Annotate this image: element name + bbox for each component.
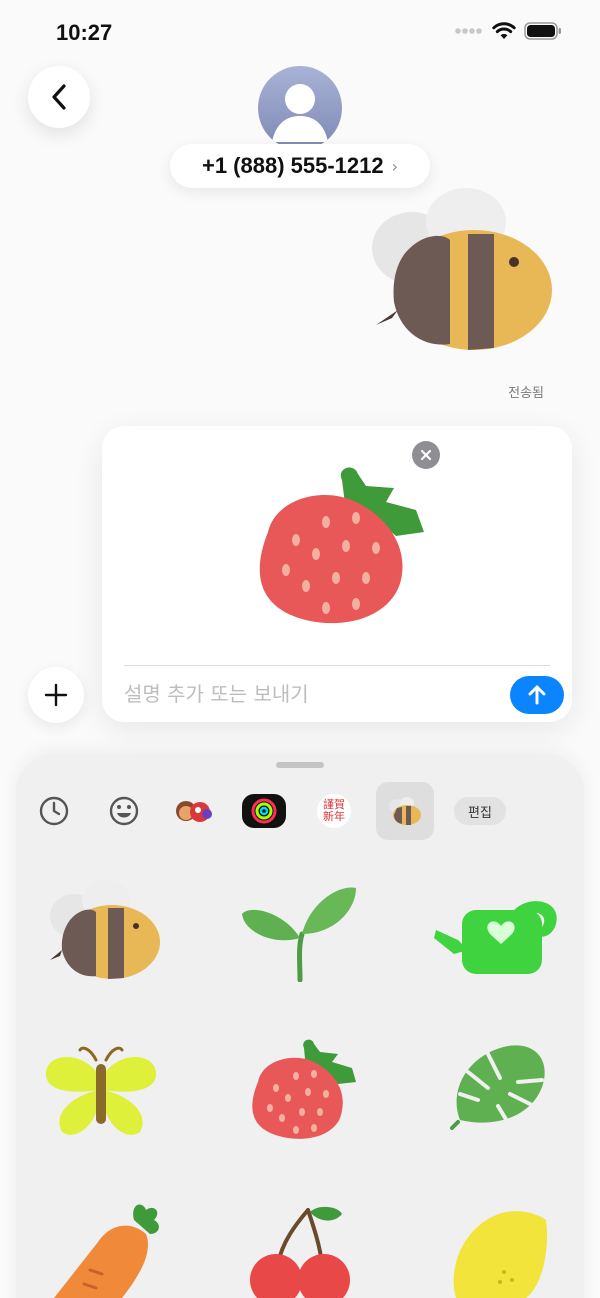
person-icon xyxy=(272,84,328,142)
emoji-icon xyxy=(109,796,139,826)
new-year-icon: 謹賀 新年 xyxy=(317,794,351,828)
contact-avatar[interactable] xyxy=(258,66,342,150)
status-icons xyxy=(454,22,562,40)
tab-memoji[interactable] xyxy=(169,788,219,834)
grid-sticker-cherries[interactable] xyxy=(248,1204,356,1298)
send-button[interactable] xyxy=(510,676,564,714)
cellular-signal-icon xyxy=(455,28,482,34)
tab-bee-stickers[interactable] xyxy=(376,782,434,840)
plus-icon xyxy=(44,683,68,707)
back-button[interactable] xyxy=(28,66,90,128)
wifi-icon xyxy=(492,22,516,39)
attached-strawberry-sticker[interactable] xyxy=(246,462,434,630)
grid-sticker-carrot[interactable] xyxy=(50,1200,162,1298)
grid-sticker-watering-can[interactable] xyxy=(434,892,562,984)
grid-sticker-monstera-leaf[interactable] xyxy=(448,1040,548,1132)
status-time: 10:27 xyxy=(56,20,113,45)
grid-sticker-butterfly[interactable] xyxy=(42,1044,160,1140)
delivered-status: 전송됨 xyxy=(508,386,544,401)
arrow-up-icon xyxy=(528,685,546,705)
tray-grabber[interactable] xyxy=(276,762,324,768)
tab-emoji[interactable] xyxy=(99,788,149,834)
battery-icon xyxy=(524,22,561,40)
bee-icon xyxy=(389,797,421,825)
grid-sticker-sprout[interactable] xyxy=(240,882,360,982)
plus-button[interactable] xyxy=(28,667,84,723)
tab-new-year[interactable]: 謹賀 新年 xyxy=(309,788,359,834)
sent-bee-sticker[interactable] xyxy=(364,182,554,358)
remove-sticker-button[interactable] xyxy=(412,441,440,469)
activity-icon xyxy=(242,794,286,828)
edit-button[interactable]: 편집 xyxy=(454,797,506,825)
tab-recents[interactable] xyxy=(29,788,79,834)
grid-sticker-strawberry[interactable] xyxy=(244,1038,362,1144)
compose-divider xyxy=(124,665,550,666)
message-input[interactable] xyxy=(124,678,494,710)
chevron-right-icon: › xyxy=(391,156,399,176)
grid-sticker-lemon[interactable] xyxy=(446,1210,550,1298)
grid-sticker-bee[interactable] xyxy=(44,876,162,984)
clock-icon xyxy=(39,796,69,826)
contact-name: +1 (888) 555-1212 xyxy=(201,153,384,178)
close-icon xyxy=(420,449,432,461)
tab-activity[interactable] xyxy=(239,788,289,834)
chevron-left-icon xyxy=(52,84,66,110)
memoji-icon xyxy=(176,801,212,822)
